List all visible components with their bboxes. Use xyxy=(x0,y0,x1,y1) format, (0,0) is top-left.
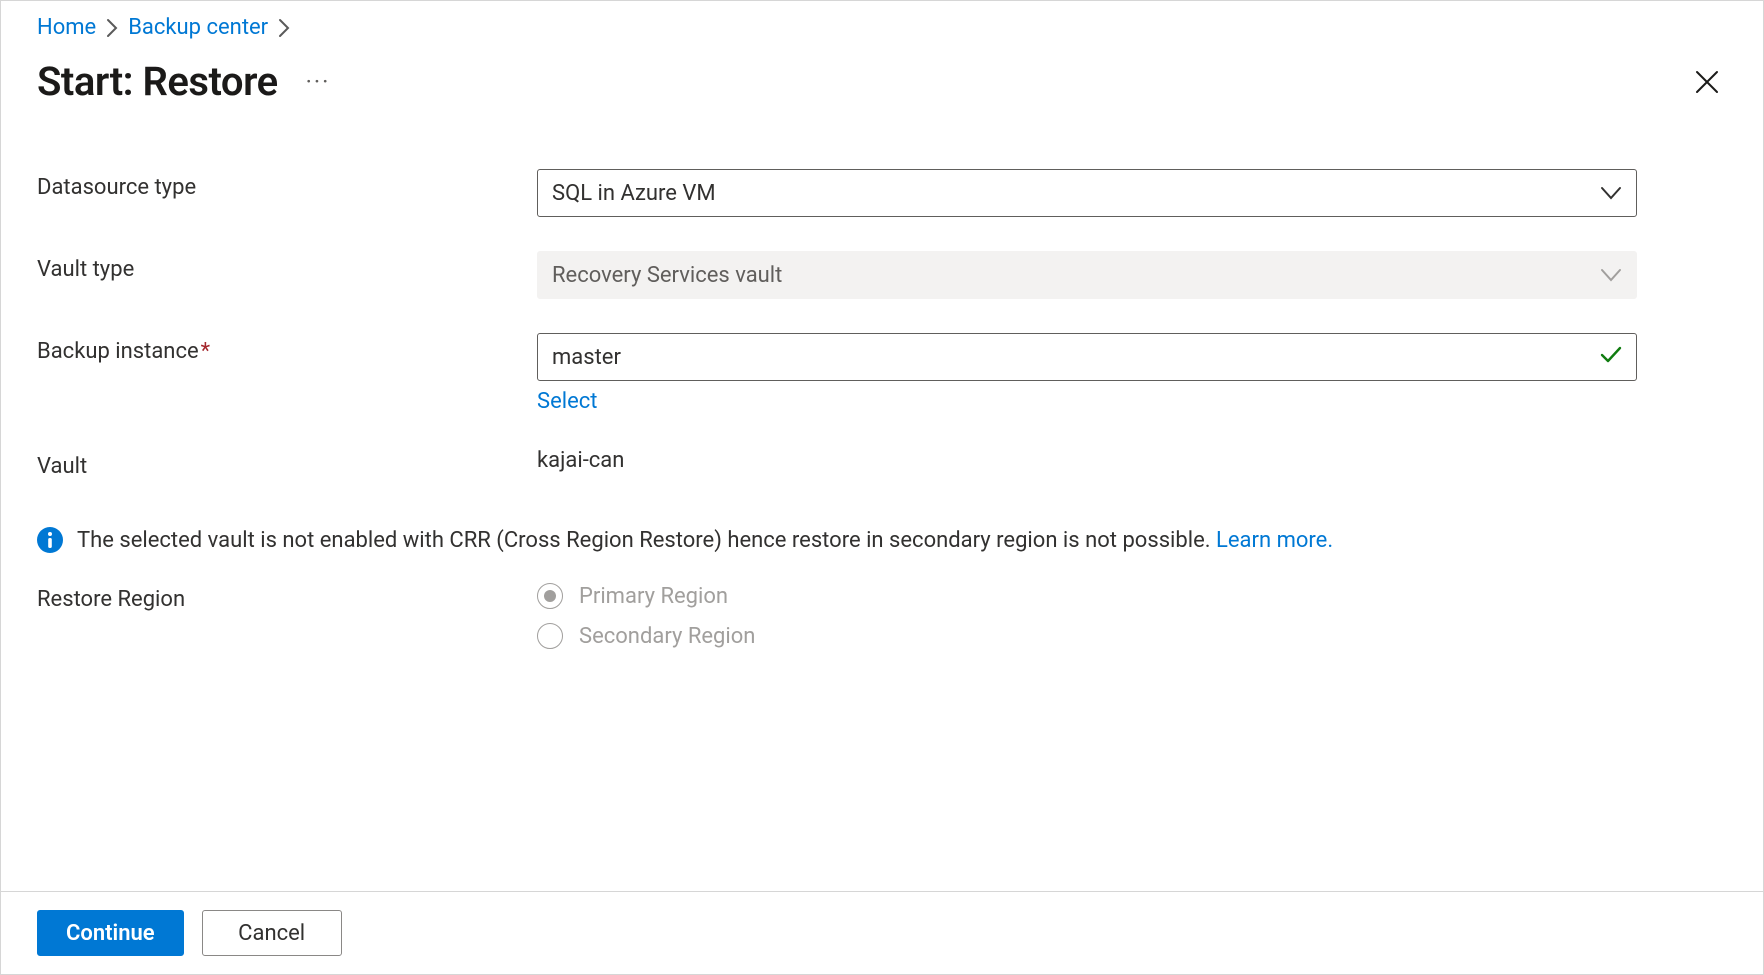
vault-type-value: Recovery Services vault xyxy=(552,263,782,288)
datasource-type-value: SQL in Azure VM xyxy=(552,181,716,206)
chevron-down-icon xyxy=(1600,181,1622,206)
info-icon xyxy=(37,527,63,553)
checkmark-icon xyxy=(1600,345,1622,370)
footer: Continue Cancel xyxy=(1,891,1763,974)
info-banner: The selected vault is not enabled with C… xyxy=(37,527,1727,553)
vault-value: kajai-can xyxy=(537,448,1637,473)
chevron-right-icon xyxy=(278,18,290,38)
restore-region-primary: Primary Region xyxy=(537,583,1637,609)
breadcrumb-home[interactable]: Home xyxy=(37,15,96,40)
continue-button[interactable]: Continue xyxy=(37,910,184,956)
restore-region-label: Restore Region xyxy=(37,581,537,612)
title-more-button[interactable]: ··· xyxy=(306,68,331,96)
restore-region-secondary-label: Secondary Region xyxy=(579,624,755,649)
cancel-button[interactable]: Cancel xyxy=(202,910,342,956)
close-icon xyxy=(1693,68,1721,96)
breadcrumb: Home Backup center xyxy=(37,15,1727,40)
chevron-right-icon xyxy=(106,18,118,38)
required-asterisk: * xyxy=(201,339,210,364)
datasource-type-label: Datasource type xyxy=(37,169,537,200)
radio-selected-icon xyxy=(537,583,563,609)
restore-region-secondary: Secondary Region xyxy=(537,623,1637,649)
breadcrumb-backup-center[interactable]: Backup center xyxy=(128,15,268,40)
page-title: Start: Restore xyxy=(37,58,278,105)
radio-unselected-icon xyxy=(537,623,563,649)
vault-label: Vault xyxy=(37,448,537,479)
close-button[interactable] xyxy=(1687,62,1727,102)
backup-instance-input[interactable]: master xyxy=(537,333,1637,381)
info-learn-more-link[interactable]: Learn more. xyxy=(1216,528,1333,553)
datasource-type-select[interactable]: SQL in Azure VM xyxy=(537,169,1637,217)
backup-instance-label: Backup instance* xyxy=(37,333,537,364)
vault-type-label: Vault type xyxy=(37,251,537,282)
restore-region-primary-label: Primary Region xyxy=(579,584,728,609)
backup-instance-value: master xyxy=(552,345,621,370)
info-text: The selected vault is not enabled with C… xyxy=(77,528,1216,553)
vault-type-select: Recovery Services vault xyxy=(537,251,1637,299)
restore-region-radio-group: Primary Region Secondary Region xyxy=(537,583,1637,649)
chevron-down-icon xyxy=(1600,263,1622,288)
backup-instance-select-link[interactable]: Select xyxy=(537,389,1637,414)
